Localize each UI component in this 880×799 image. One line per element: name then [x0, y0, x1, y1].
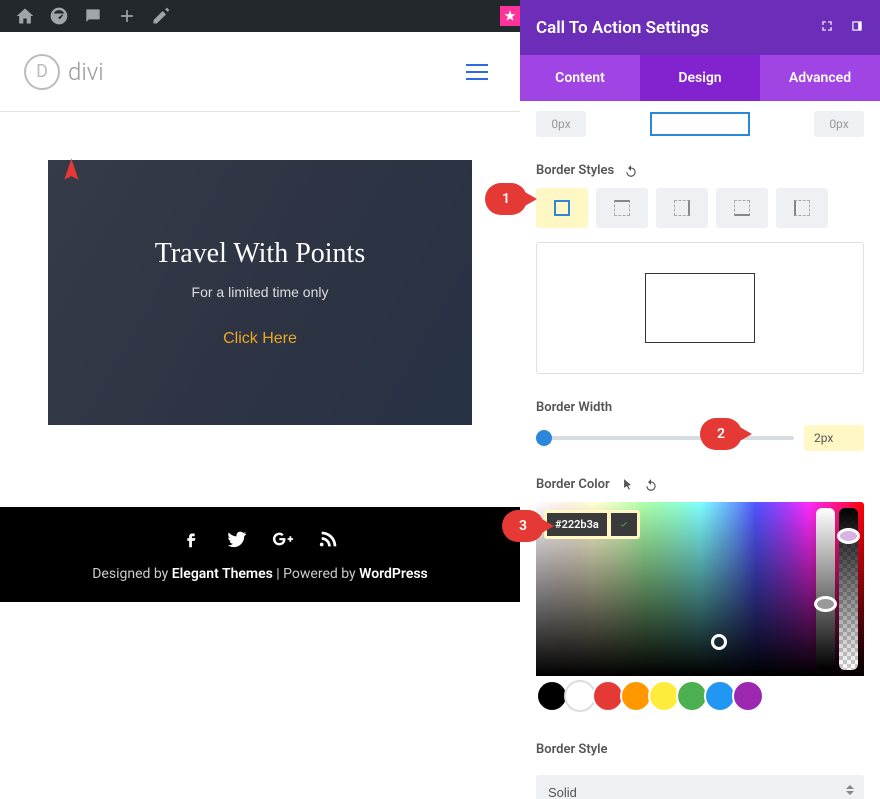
tab-content[interactable]: Content — [520, 55, 640, 101]
tab-design[interactable]: Design — [640, 55, 760, 101]
border-styles-label: Border Styles — [536, 163, 864, 178]
border-preview — [536, 242, 864, 374]
border-width-label: Border Width — [536, 400, 864, 415]
cta-subtitle: For a limited time only — [192, 284, 329, 300]
home-icon[interactable] — [8, 0, 42, 32]
opacity-bar[interactable] — [839, 508, 858, 670]
googleplus-icon[interactable] — [272, 528, 294, 554]
settings-tabs: Content Design Advanced — [520, 55, 880, 101]
reset-icon[interactable] — [624, 164, 638, 178]
color-canvas[interactable]: #222b3a — [536, 502, 864, 676]
spacing-right[interactable]: 0px — [814, 111, 864, 137]
color-cursor[interactable] — [711, 634, 727, 650]
rss-icon[interactable] — [318, 528, 340, 554]
tab-advanced[interactable]: Advanced — [760, 55, 880, 101]
hex-confirm-icon[interactable] — [611, 513, 637, 536]
border-bottom[interactable] — [716, 188, 768, 228]
site-logo[interactable]: D divi — [24, 54, 104, 90]
spacing-preview — [650, 112, 750, 136]
facebook-icon[interactable] — [180, 528, 202, 554]
spacing-row: 0px 0px — [536, 111, 864, 137]
border-side-selector — [536, 188, 864, 228]
panel-body[interactable]: 0px 0px Border Styles Border Width 2px B… — [520, 101, 880, 799]
social-row — [180, 528, 340, 554]
panel-title: Call To Action Settings — [536, 18, 709, 38]
dashboard-icon[interactable] — [42, 0, 76, 32]
border-all[interactable] — [536, 188, 588, 228]
border-right[interactable] — [656, 188, 708, 228]
reset-color-icon[interactable] — [644, 478, 658, 492]
border-width-value[interactable]: 2px — [804, 425, 864, 451]
border-style-label: Border Style — [536, 742, 864, 757]
chevron-updown-icon — [846, 785, 854, 795]
comment-icon[interactable] — [76, 0, 110, 32]
footer-credit: Designed by Elegant Themes | Powered by … — [92, 566, 428, 582]
callout-2: 2 — [700, 418, 742, 450]
swatch-row — [536, 676, 864, 716]
preview-pane: D divi Travel With Points For a limited … — [0, 32, 520, 799]
callout-1: 1 — [485, 183, 527, 215]
cta-module[interactable]: Travel With Points For a limited time on… — [48, 160, 472, 425]
cta-title: Travel With Points — [155, 238, 365, 270]
pointer-icon[interactable] — [620, 478, 634, 492]
menu-toggle[interactable] — [458, 56, 496, 88]
logo-ring: D — [24, 54, 60, 90]
border-style-select[interactable]: Solid — [536, 775, 864, 799]
star-badge-icon[interactable] — [500, 6, 520, 26]
site-footer: Designed by Elegant Themes | Powered by … — [0, 507, 520, 602]
pencil-icon[interactable] — [144, 0, 178, 32]
hex-input[interactable]: #222b3a — [544, 510, 640, 539]
twitter-icon[interactable] — [226, 528, 248, 554]
border-top[interactable] — [596, 188, 648, 228]
lightness-bar[interactable] — [816, 508, 835, 670]
logo-text: divi — [68, 58, 104, 86]
color-picker: #222b3a — [536, 502, 864, 716]
site-header: D divi — [0, 32, 520, 112]
panel-header: Call To Action Settings — [520, 0, 880, 55]
dock-icon[interactable] — [850, 18, 864, 37]
expand-icon[interactable] — [820, 18, 834, 37]
cta-button[interactable]: Click Here — [223, 330, 297, 348]
spacing-left[interactable]: 0px — [536, 111, 586, 137]
settings-panel: Call To Action Settings Content Design A… — [520, 0, 880, 799]
callout-3: 3 — [502, 510, 544, 542]
plus-icon[interactable] — [110, 0, 144, 32]
swatch-purple[interactable] — [732, 680, 764, 712]
border-left[interactable] — [776, 188, 828, 228]
border-width-slider[interactable] — [536, 436, 794, 440]
border-color-label: Border Color — [536, 477, 864, 492]
